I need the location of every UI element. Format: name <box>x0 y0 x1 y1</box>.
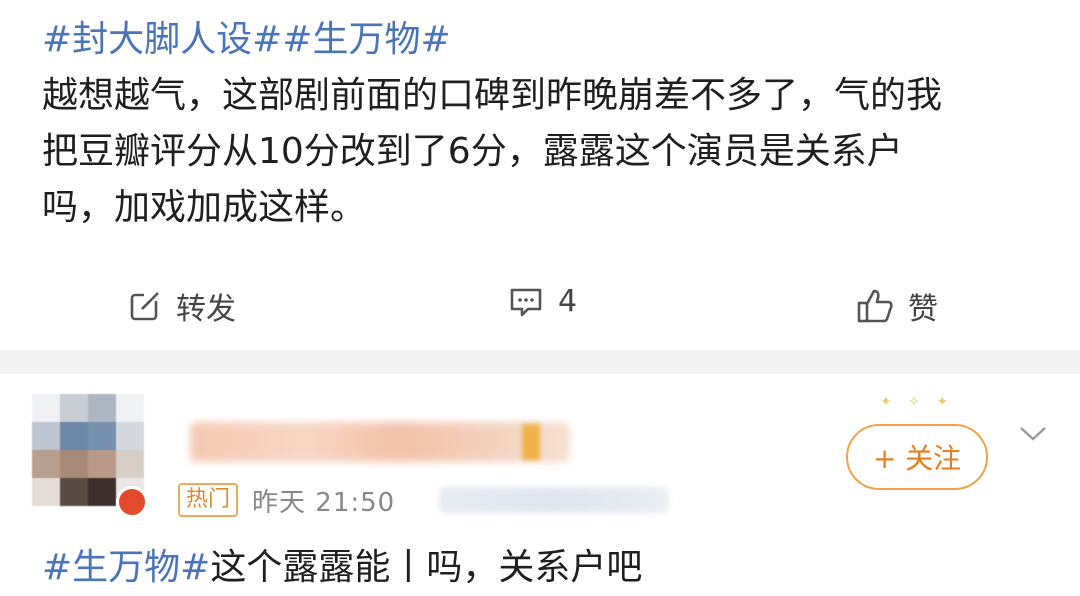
post-time: 昨天 21:50 <box>252 487 396 518</box>
post-line-2: 把豆瓣评分从10分改到了6分，露露这个演员是关系户 <box>42 131 903 172</box>
user-level-icon <box>522 424 540 460</box>
comment-hashtag[interactable]: #生万物# <box>42 547 210 588</box>
section-divider <box>0 350 1080 374</box>
username-blurred[interactable] <box>190 422 570 462</box>
post-line-1: 越想越气，这部剧前面的口碑到昨晚崩差不多了，气的我 <box>42 75 943 116</box>
post-text: #封大脚人设##生万物# 越想越气，这部剧前面的口碑到昨晚崩差不多了，气的我 把… <box>42 12 1052 236</box>
hot-tag: 热门 <box>178 483 239 517</box>
follow-button[interactable]: + 关注 <box>846 424 988 490</box>
post-hashtags[interactable]: #封大脚人设##生万物# <box>42 19 451 60</box>
comment-text: #生万物#这个露露能丨吗，关系户吧 <box>42 542 642 594</box>
comment-meta: 热门 昨天 21:50 <box>178 480 670 520</box>
post-action-bar: 转发 4 赞 <box>0 276 1080 332</box>
comment-body: 这个露露能丨吗，关系户吧 <box>210 547 643 588</box>
post-line-3: 吗，加戏加成这样。 <box>42 187 367 228</box>
weibo-post: #封大脚人设##生万物# 越想越气，这部剧前面的口碑到昨晚崩差不多了，气的我 把… <box>0 0 1080 350</box>
meta-blurred <box>439 487 670 513</box>
repost-label: 转发 <box>176 292 236 327</box>
sparkle-decoration-icon: ✦ ✧ ✦ <box>880 394 955 410</box>
comment-bubble-icon <box>508 285 544 319</box>
comment-count: 4 <box>558 284 578 319</box>
chevron-down-icon[interactable] <box>1018 424 1048 448</box>
comment-button[interactable]: 4 <box>508 284 577 319</box>
repost-button[interactable]: 转发 <box>128 284 236 328</box>
verified-badge-icon <box>116 486 148 518</box>
like-label: 赞 <box>908 292 938 327</box>
share-edit-icon <box>128 289 162 323</box>
thumbs-up-icon <box>856 288 894 324</box>
comment-card: 热门 昨天 21:50 ✦ ✧ ✦ + 关注 #生万物#这个露露能丨吗，关系户吧 <box>0 374 1080 596</box>
like-button[interactable]: 赞 <box>856 284 938 328</box>
